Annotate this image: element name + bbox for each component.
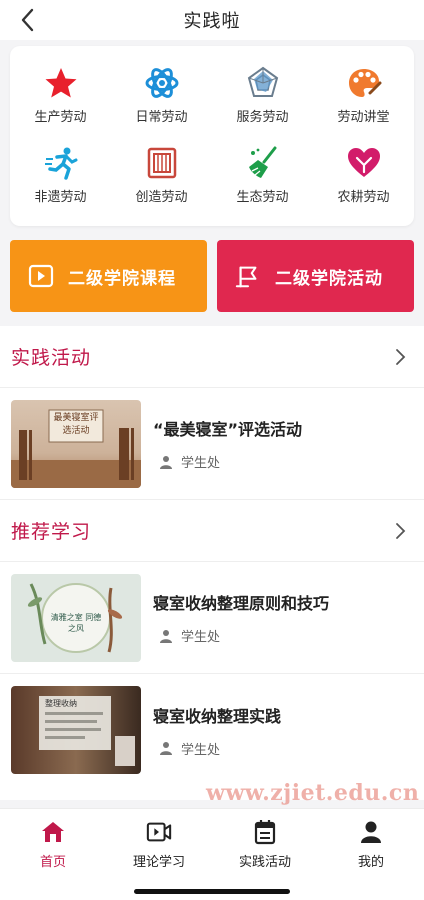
chevron-right-icon[interactable]	[390, 521, 410, 541]
list-item[interactable]: 整理收纳 寝室收纳整理实践 学生处	[0, 674, 424, 786]
category-label: 日常劳动	[135, 110, 188, 125]
tab-mine[interactable]: 我的	[318, 809, 424, 879]
tab-theory[interactable]: 理论学习	[106, 809, 212, 879]
item-author: 学生处	[153, 452, 302, 471]
practice-section: 实践活动 最美寝室评选活动 “最美寝室”评选活动 学生处	[0, 326, 424, 500]
author-name: 学生处	[181, 456, 221, 471]
thumbnail: 清雅之室 同德之风	[11, 573, 141, 662]
item-title: 寝室收纳整理实践	[153, 706, 282, 726]
home-indicator	[134, 889, 290, 894]
user-icon	[160, 455, 172, 469]
list-item[interactable]: 清雅之室 同德之风 寝室收纳整理原则和技巧 学生处	[0, 562, 424, 674]
author-name: 学生处	[181, 630, 221, 645]
item-author: 学生处	[153, 626, 329, 645]
thumbnail-caption: 最美寝室评选活动	[53, 412, 99, 436]
thumbnail: 整理收纳	[11, 686, 141, 774]
section-title: 推荐学习	[11, 521, 92, 543]
college-course-label: 二级学院课程	[68, 268, 176, 289]
category-lecture[interactable]: 劳动讲堂	[313, 58, 414, 138]
section-title: 实践活动	[11, 347, 92, 369]
radar-icon	[244, 64, 282, 102]
item-author: 学生处	[153, 739, 281, 758]
back-button[interactable]	[14, 6, 42, 34]
item-title: “最美寝室”评选活动	[153, 420, 303, 439]
content-scroll[interactable]: 生产劳动 日常劳动 服务劳动 劳动讲堂 非遗劳动 创造劳动 生态劳动 农耕劳动 …	[0, 40, 424, 800]
category-ecology[interactable]: 生态劳动	[212, 138, 313, 218]
person-icon	[358, 819, 384, 845]
thumbnail-caption: 整理收纳	[45, 699, 77, 708]
category-creation[interactable]: 创造劳动	[111, 138, 212, 218]
thumbnail: 最美寝室评选活动	[11, 399, 141, 488]
palette-icon	[345, 64, 383, 102]
item-info: 寝室收纳整理原则和技巧 学生处	[153, 590, 329, 645]
category-daily[interactable]: 日常劳动	[111, 58, 212, 138]
recommend-section: 推荐学习 清雅之室 同德之风 寝室收纳整理原则和技巧 学生处 整理收纳 寝室收纳…	[0, 500, 424, 800]
play-icon	[28, 263, 54, 289]
category-card: 生产劳动 日常劳动 服务劳动 劳动讲堂 非遗劳动 创造劳动 生态劳动 农耕劳动	[10, 46, 414, 226]
tab-bar: 首页 理论学习 实践活动 我的	[0, 808, 424, 900]
category-heritage[interactable]: 非遗劳动	[10, 138, 111, 218]
user-icon	[160, 629, 172, 643]
user-icon	[160, 742, 172, 755]
category-label: 创造劳动	[135, 190, 188, 205]
home-icon	[40, 819, 66, 845]
list-item[interactable]: 最美寝室评选活动 “最美寝室”评选活动 学生处	[0, 388, 424, 500]
category-label: 劳动讲堂	[337, 110, 390, 125]
tab-label: 我的	[357, 854, 384, 870]
category-production[interactable]: 生产劳动	[10, 58, 111, 138]
recommend-header[interactable]: 推荐学习	[0, 500, 424, 562]
category-label: 服务劳动	[236, 110, 289, 125]
category-label: 非遗劳动	[34, 190, 87, 205]
college-course-banner[interactable]: 二级学院课程	[10, 240, 207, 312]
category-label: 生产劳动	[34, 110, 87, 125]
top-bar: 实践啦	[0, 0, 424, 40]
author-name: 学生处	[181, 742, 221, 758]
tab-label: 实践活动	[238, 854, 291, 870]
practice-header[interactable]: 实践活动	[0, 326, 424, 388]
film-icon	[143, 144, 181, 182]
watermark: www.zjiet.edu.cn	[206, 780, 420, 806]
tab-home[interactable]: 首页	[0, 809, 106, 879]
category-service[interactable]: 服务劳动	[212, 58, 313, 138]
item-title: 寝室收纳整理原则和技巧	[153, 594, 330, 613]
college-activity-label: 二级学院活动	[275, 268, 383, 289]
category-label: 生态劳动	[236, 190, 289, 205]
category-label: 农耕劳动	[337, 190, 390, 205]
calendar-icon	[252, 819, 278, 845]
college-activity-banner[interactable]: 二级学院活动	[217, 240, 414, 312]
star-icon	[42, 64, 80, 102]
chevron-left-icon	[21, 8, 34, 32]
category-farming[interactable]: 农耕劳动	[313, 138, 414, 218]
tab-practice[interactable]: 实践活动	[212, 809, 318, 879]
broom-icon	[244, 144, 282, 182]
item-info: “最美寝室”评选活动 学生处	[153, 416, 302, 471]
heart-icon	[345, 144, 383, 182]
page-title: 实践啦	[183, 11, 241, 32]
tab-label: 理论学习	[132, 854, 185, 870]
tab-label: 首页	[39, 854, 66, 870]
banner-row: 二级学院课程 二级学院活动	[10, 240, 414, 312]
runner-icon	[42, 144, 80, 182]
chevron-right-icon[interactable]	[390, 347, 410, 367]
atom-icon	[143, 64, 181, 102]
item-info: 寝室收纳整理实践 学生处	[153, 703, 281, 758]
video-icon	[146, 819, 172, 845]
thumbnail-caption: 清雅之室 同德之风	[50, 612, 102, 633]
flag-icon	[235, 263, 261, 289]
